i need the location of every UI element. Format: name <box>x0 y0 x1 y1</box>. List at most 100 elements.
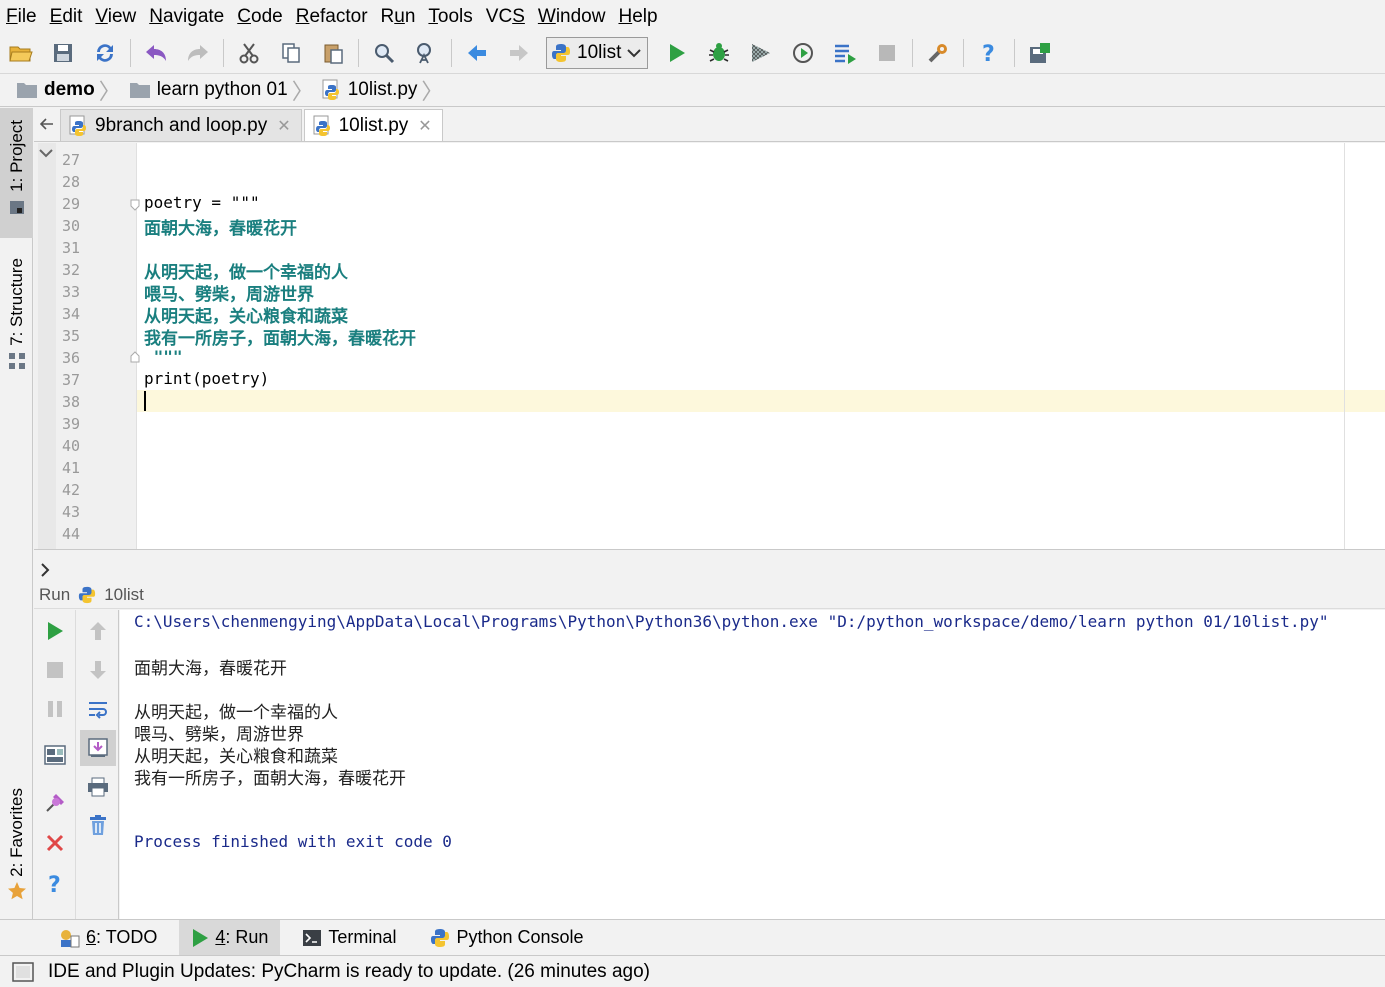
print-icon[interactable] <box>83 772 113 802</box>
todo-icon <box>61 929 80 947</box>
menu-code[interactable]: Code <box>237 6 282 28</box>
line-number: 38 <box>62 393 81 411</box>
up-arrow-icon[interactable] <box>83 616 113 646</box>
help-icon[interactable]: ? <box>40 868 70 898</box>
python-file-icon <box>69 115 86 136</box>
save-icon[interactable] <box>48 38 78 68</box>
menu-navigate[interactable]: Navigate <box>149 6 224 28</box>
python-icon <box>431 928 450 947</box>
fold-marker-icon[interactable] <box>130 199 140 211</box>
menu-view[interactable]: View <box>95 6 136 28</box>
structure-icon <box>8 352 25 369</box>
menu-mnemonic: W <box>537 5 556 27</box>
run-icon[interactable] <box>662 38 692 68</box>
line-number: 39 <box>62 415 81 433</box>
side-tab-structure[interactable]: 7: Structure <box>0 258 33 378</box>
tool-window-bar: 6: TODO 4: Run Terminal Python Console <box>0 919 1385 956</box>
line-number: 43 <box>62 503 81 521</box>
run-toolbar-secondary <box>77 610 119 919</box>
editor-tab-10list[interactable]: 10list.py ✕ <box>303 109 443 141</box>
menu-help[interactable]: Help <box>618 6 657 28</box>
python-icon <box>552 44 570 62</box>
code-line: poetry = """ <box>144 193 260 212</box>
menu-mnemonic: N <box>149 5 163 27</box>
close-icon[interactable] <box>40 828 70 858</box>
soft-wrap-icon[interactable] <box>83 694 113 724</box>
cut-icon[interactable] <box>234 38 264 68</box>
left-tool-strip: 1: Project 7: Structure 2: Favorites <box>0 108 33 919</box>
copy-icon[interactable] <box>276 38 306 68</box>
side-tab-favorites[interactable]: 2: Favorites <box>0 788 33 908</box>
close-icon[interactable]: ✕ <box>277 116 290 136</box>
console-output-line: 我有一所房子，面朝大海，春暖花开 <box>134 769 406 789</box>
sdk-manager-icon[interactable] <box>1025 38 1055 68</box>
scroll-to-end-icon[interactable] <box>80 730 116 766</box>
run-panel-divider[interactable] <box>34 549 1385 581</box>
menu-mnemonic: V <box>95 5 108 27</box>
rerun-icon[interactable] <box>40 616 70 646</box>
editor-tab-label: 10list.py <box>338 114 409 136</box>
clear-all-trash-icon[interactable] <box>83 810 113 840</box>
run-panel-config-tab[interactable]: 10list <box>104 585 144 605</box>
down-arrow-icon[interactable] <box>83 655 113 685</box>
bottom-tab-label: Terminal <box>328 927 397 947</box>
undo-icon[interactable] <box>141 38 171 68</box>
python-file-icon <box>322 79 339 100</box>
menu-file[interactable]: File <box>6 6 37 28</box>
side-tab-project[interactable]: 1: Project <box>0 108 33 238</box>
pause-icon[interactable] <box>40 694 70 724</box>
editor-tabs-bar: 9branch and loop.py ✕ 10list.py ✕ <box>34 108 1385 142</box>
redo-icon[interactable] <box>183 38 213 68</box>
fold-marker-icon[interactable] <box>130 351 140 363</box>
find-icon[interactable] <box>369 38 399 68</box>
toolbar-separator <box>963 39 965 67</box>
debug-icon[interactable] <box>704 38 734 68</box>
run-toolbar-primary: ? <box>34 610 76 919</box>
replace-icon[interactable] <box>411 38 441 68</box>
run-config-selector[interactable]: 10list <box>546 37 649 69</box>
line-number: 30 <box>62 217 81 235</box>
breadcrumb-file[interactable]: 10list.py <box>322 79 417 101</box>
settings-wrench-icon[interactable] <box>923 38 953 68</box>
bottom-tab-python-console[interactable]: Python Console <box>418 920 595 956</box>
tool-windows-toggle-icon[interactable] <box>12 961 34 982</box>
run-console[interactable]: C:\Users\chenmengying\AppData\Local\Prog… <box>120 610 1385 919</box>
tabs-back-arrow-icon[interactable] <box>34 107 60 141</box>
line-number: 33 <box>62 283 81 301</box>
bottom-tab-run[interactable]: 4: Run <box>179 919 281 956</box>
run-with-options-icon[interactable] <box>830 38 860 68</box>
forward-arrow-icon[interactable] <box>504 38 534 68</box>
stop-icon[interactable] <box>40 655 70 685</box>
breadcrumb-project-label: demo <box>44 79 95 100</box>
breadcrumb-project[interactable]: demo <box>16 79 95 101</box>
bottom-tab-todo[interactable]: 6: TODO <box>46 920 169 956</box>
chevron-right-icon[interactable] <box>39 562 51 578</box>
help-icon[interactable]: ? <box>974 38 1004 68</box>
restore-layout-icon[interactable] <box>40 740 70 770</box>
menu-vcs[interactable]: VCS <box>486 6 525 28</box>
svg-text:?: ? <box>48 873 61 895</box>
status-message[interactable]: IDE and Plugin Updates: PyCharm is ready… <box>48 961 650 983</box>
bottom-tab-terminal[interactable]: Terminal <box>290 920 408 956</box>
breadcrumb-folder[interactable]: learn python 01 <box>129 79 288 101</box>
pin-icon[interactable] <box>40 788 70 818</box>
menu-run[interactable]: Run <box>381 6 416 28</box>
sync-icon[interactable] <box>90 38 120 68</box>
paste-icon[interactable] <box>318 38 348 68</box>
menu-window[interactable]: Window <box>538 6 606 28</box>
back-arrow-icon[interactable] <box>462 38 492 68</box>
chevron-down-icon[interactable] <box>38 147 54 159</box>
editor-tab-branch-loop[interactable]: 9branch and loop.py ✕ <box>60 109 302 141</box>
menu-mnemonic: R <box>295 5 310 27</box>
close-icon[interactable]: ✕ <box>418 116 431 136</box>
code-editor[interactable]: 27 28 29 30 31 32 33 34 35 36 37 38 39 4… <box>34 143 1385 549</box>
run-panel-header: Run 10list <box>34 581 1385 609</box>
open-folder-icon[interactable] <box>6 38 36 68</box>
profile-icon[interactable] <box>788 38 818 68</box>
coverage-icon[interactable] <box>746 38 776 68</box>
menu-refactor[interactable]: Refactor <box>296 6 368 28</box>
stop-icon[interactable] <box>872 38 902 68</box>
menu-tools[interactable]: Tools <box>428 6 472 28</box>
menu-edit[interactable]: Edit <box>50 6 83 28</box>
bottom-tab-label: : TODO <box>96 927 158 947</box>
